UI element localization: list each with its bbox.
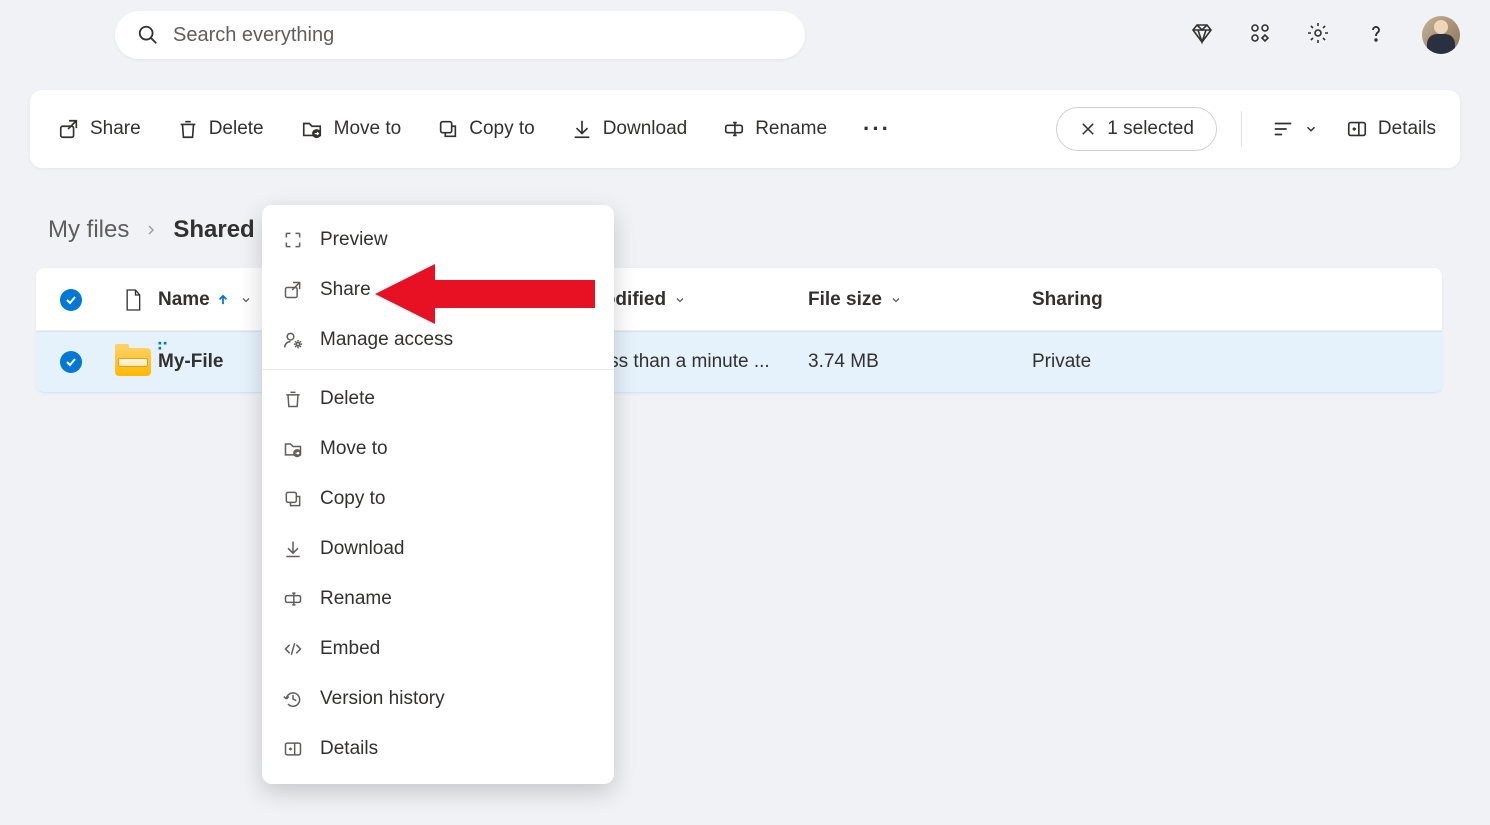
share-icon	[58, 118, 80, 140]
move-to-label: Move to	[334, 118, 402, 140]
details-pane-icon	[1346, 118, 1368, 140]
row-sharing: Private	[1032, 351, 1418, 373]
move-to-icon	[282, 439, 304, 459]
command-toolbar: Share Delete Move to Copy to Download Re…	[30, 90, 1460, 168]
details-pane-icon	[282, 739, 304, 759]
toolbar-right: 1 selected Details	[1056, 107, 1436, 151]
details-button[interactable]: Details	[1346, 118, 1436, 140]
row-check[interactable]	[60, 351, 108, 373]
table-row[interactable]: ⠋ My-File Less than a minute ... 3.74 MB…	[36, 331, 1442, 393]
menu-details[interactable]: Details	[262, 724, 614, 774]
rename-label: Rename	[755, 118, 827, 140]
copy-to-button[interactable]: Copy to	[433, 110, 538, 148]
sync-indicator-icon: ⠋	[156, 340, 167, 361]
chevron-down-icon	[1304, 122, 1318, 136]
copy-to-icon	[437, 118, 459, 140]
file-list-header: Name Modified File size Sharing	[36, 268, 1442, 331]
sort-asc-icon	[216, 293, 230, 307]
menu-delete[interactable]: Delete	[262, 374, 614, 424]
breadcrumb-current: Shared	[173, 216, 254, 244]
preview-icon	[282, 230, 304, 250]
share-icon	[282, 280, 304, 300]
download-icon	[282, 539, 304, 559]
delete-label: Delete	[209, 118, 264, 140]
delete-button[interactable]: Delete	[173, 110, 268, 148]
menu-rename[interactable]: Rename	[262, 574, 614, 624]
view-options-button[interactable]	[1266, 114, 1322, 144]
delete-icon	[177, 118, 199, 140]
menu-move-to[interactable]: Move to	[262, 424, 614, 474]
chevron-down-icon	[674, 294, 686, 306]
select-all-column[interactable]	[60, 289, 108, 311]
chevron-down-icon	[240, 294, 252, 306]
file-list: Name Modified File size Sharing ⠋ My-Fil…	[36, 268, 1442, 393]
column-header-sharing[interactable]: Sharing	[1032, 289, 1418, 311]
download-label: Download	[603, 118, 688, 140]
context-menu: Preview Share Manage access Delete Move …	[262, 205, 614, 784]
row-size: 3.74 MB	[808, 351, 1032, 373]
history-icon	[282, 689, 304, 709]
menu-version-history[interactable]: Version history	[262, 674, 614, 724]
selection-pill[interactable]: 1 selected	[1056, 107, 1217, 151]
header-actions	[1190, 16, 1460, 54]
apps-icon[interactable]	[1248, 21, 1272, 50]
rename-icon	[723, 118, 745, 140]
row-modified: Less than a minute ...	[588, 351, 808, 373]
manage-access-icon	[282, 330, 304, 350]
move-to-icon	[300, 118, 324, 140]
clear-selection-icon[interactable]	[1079, 120, 1097, 138]
details-label: Details	[1378, 118, 1436, 140]
column-header-size[interactable]: File size	[808, 289, 1032, 311]
rename-button[interactable]: Rename	[719, 110, 831, 148]
share-button[interactable]: Share	[54, 110, 145, 148]
menu-download[interactable]: Download	[262, 524, 614, 574]
row-checkbox[interactable]	[60, 351, 82, 373]
row-file-icon: ⠋	[108, 348, 158, 376]
selection-count: 1 selected	[1107, 118, 1194, 140]
breadcrumb-root[interactable]: My files	[48, 216, 129, 244]
menu-copy-to[interactable]: Copy to	[262, 474, 614, 524]
sort-lines-icon	[1270, 118, 1296, 140]
search-icon	[137, 24, 159, 46]
menu-embed[interactable]: Embed	[262, 624, 614, 674]
settings-icon[interactable]	[1306, 21, 1330, 50]
search-input[interactable]	[173, 24, 783, 47]
file-type-column	[108, 288, 158, 312]
copy-to-label: Copy to	[469, 118, 534, 140]
select-all-checkbox[interactable]	[60, 289, 82, 311]
avatar[interactable]	[1422, 16, 1460, 54]
delete-icon	[282, 389, 304, 409]
menu-preview[interactable]: Preview	[262, 215, 614, 265]
menu-share[interactable]: Share	[262, 265, 614, 315]
chevron-down-icon	[890, 294, 902, 306]
more-button[interactable]: ···	[859, 108, 895, 150]
help-icon[interactable]	[1364, 21, 1388, 50]
app-header	[0, 0, 1490, 70]
menu-manage-access[interactable]: Manage access	[262, 315, 614, 365]
toolbar-divider	[1241, 111, 1242, 147]
breadcrumb-separator	[145, 220, 157, 241]
file-icon	[123, 288, 143, 312]
column-header-modified[interactable]: Modified	[588, 289, 808, 311]
download-button[interactable]: Download	[567, 110, 692, 148]
search-box[interactable]	[115, 11, 805, 59]
embed-icon	[282, 639, 304, 659]
download-icon	[571, 118, 593, 140]
move-to-button[interactable]: Move to	[296, 110, 406, 148]
menu-separator	[262, 369, 614, 370]
copy-to-icon	[282, 489, 304, 509]
share-label: Share	[90, 118, 141, 140]
premium-icon[interactable]	[1190, 21, 1214, 50]
zip-folder-icon: ⠋	[115, 348, 151, 376]
rename-icon	[282, 589, 304, 609]
